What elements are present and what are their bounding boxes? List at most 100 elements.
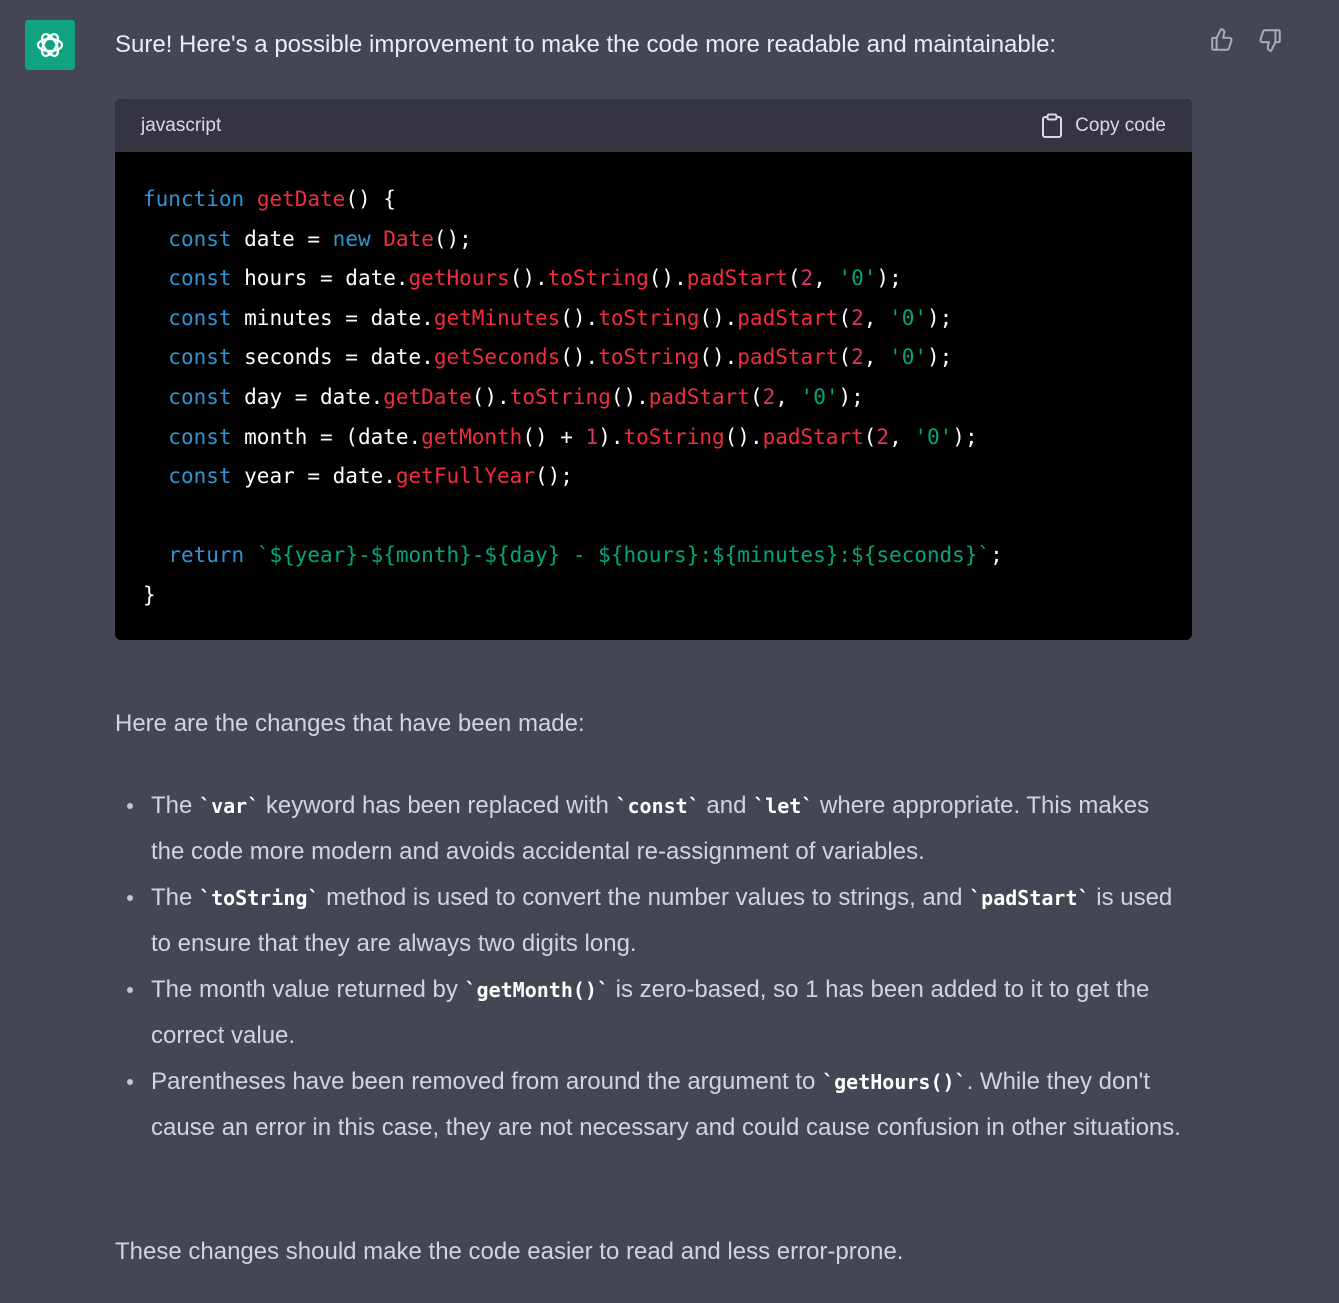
code-token: padStart [737, 305, 839, 330]
code-language-label: javascript [141, 114, 222, 136]
code-token: ( [838, 345, 852, 370]
assistant-avatar [25, 20, 75, 70]
list-item-text: method is used to convert the number val… [319, 884, 970, 911]
code-line: const day = date.getDate().toString().pa… [143, 378, 1192, 418]
code-line: const seconds = date.getSeconds().toStri… [143, 338, 1192, 378]
code-token: '0' [914, 424, 953, 449]
code-line: const minutes = date.getMinutes().toStri… [143, 299, 1192, 339]
changes-list: The `var` keyword has been replaced with… [115, 783, 1185, 1151]
code-token: , [863, 305, 890, 330]
list-item-text: and [699, 792, 754, 819]
list-item-text: The [151, 884, 200, 911]
copy-code-button[interactable]: Copy code [1041, 113, 1166, 139]
code-token: (). [560, 345, 599, 370]
explanation-heading: Here are the changes that have been made… [115, 710, 585, 737]
code-token: (). [699, 345, 738, 370]
code-token: Date [383, 226, 434, 251]
explanation: Here are the changes that have been made… [115, 705, 1195, 1265]
code-token: getDate [256, 187, 346, 211]
code-token: new [332, 226, 371, 251]
code-token: (). [471, 384, 510, 409]
copy-code-label: Copy code [1075, 114, 1166, 136]
code-token: } [143, 582, 156, 607]
code-token: , [863, 345, 890, 370]
code-line: const year = date.getFullYear(); [143, 457, 1192, 497]
code-token: getMonth [421, 424, 523, 449]
code-token: ( [863, 424, 877, 449]
list-item: The `toString` method is used to convert… [115, 875, 1185, 967]
code-content: function getDate() { const date = new Da… [115, 152, 1192, 616]
code-token: function [143, 187, 245, 211]
code-token: ; [990, 543, 1003, 568]
code-token: padStart [686, 266, 788, 291]
code-token: ); [926, 305, 953, 330]
list-item: The `var` keyword has been replaced with… [115, 783, 1185, 875]
code-token: hours = date. [231, 266, 409, 291]
assistant-intro-text: Sure! Here's a possible improvement to m… [115, 31, 1057, 58]
code-token: const [168, 305, 232, 330]
code-token: minutes = date. [231, 305, 434, 330]
inline-code: `let` [753, 794, 814, 818]
code-block: javascript Copy code function getDate() … [115, 99, 1192, 640]
code-token: getMinutes [433, 305, 561, 330]
openai-logo-icon [36, 33, 64, 57]
list-item-text: keyword has been replaced with [259, 792, 616, 819]
code-token: toString [623, 424, 725, 449]
code-token: date = [231, 226, 333, 251]
code-token: const [168, 384, 232, 409]
code-token: (). [509, 266, 548, 291]
inline-code: `getMonth()` [464, 978, 610, 1002]
inline-code: `padStart` [969, 886, 1090, 910]
thumbs-down-icon[interactable] [1256, 26, 1284, 54]
code-token: '0' [838, 266, 877, 291]
code-token: 2 [851, 305, 864, 330]
code-token: padStart [648, 384, 750, 409]
code-line: return `${year}-${month}-${day} - ${hour… [143, 536, 1192, 576]
code-token: (); [534, 464, 573, 489]
code-token: (). [648, 266, 687, 291]
code-token: '0' [889, 345, 927, 370]
code-line: const date = new Date(); [143, 220, 1192, 260]
code-token: ); [838, 384, 864, 409]
code-token: (). [699, 305, 738, 330]
code-token: toString [509, 384, 611, 409]
thumbs-up-icon[interactable] [1208, 26, 1236, 54]
code-token: getFullYear [395, 464, 535, 489]
code-token: '0' [889, 305, 927, 330]
code-token: month = (date. [231, 424, 422, 449]
code-token: const [168, 266, 232, 291]
inline-code: `var` [199, 794, 260, 818]
feedback-controls [1208, 26, 1284, 54]
code-token: 1 [585, 424, 599, 449]
code-token: return [168, 543, 245, 568]
code-token: (). [610, 384, 649, 409]
code-token: getDate [383, 384, 472, 409]
code-token: const [168, 226, 232, 251]
code-token: (). [724, 424, 763, 449]
code-token: (). [560, 305, 599, 330]
code-token: 2 [876, 424, 890, 449]
code-token: ( [749, 384, 763, 409]
code-token: toString [598, 345, 700, 370]
code-header: javascript Copy code [115, 99, 1192, 152]
code-token: (); [433, 226, 472, 251]
code-token: , [813, 266, 839, 291]
code-token: '0' [800, 384, 839, 409]
code-token: ); [876, 266, 902, 291]
list-item-text: The [151, 792, 200, 819]
inline-code: `toString` [199, 886, 320, 910]
inline-code: `getHours()` [822, 1070, 967, 1094]
clipboard-icon [1042, 113, 1063, 138]
code-line: function getDate() { [143, 180, 1192, 220]
code-token: getSeconds [433, 345, 561, 370]
